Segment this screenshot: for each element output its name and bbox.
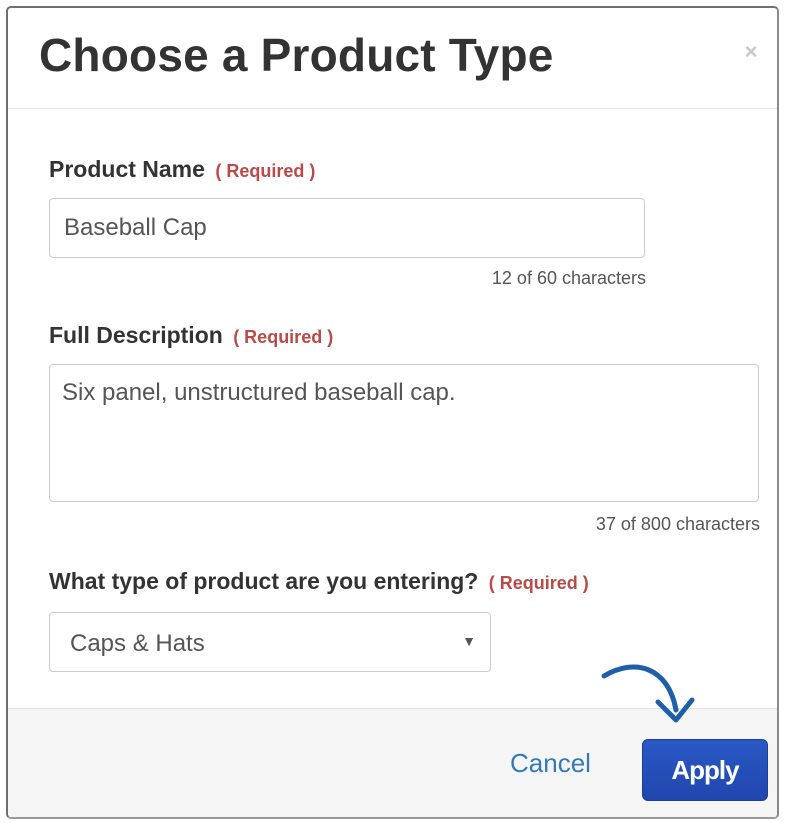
modal-title: Choose a Product Type (39, 29, 554, 81)
required-marker: ( Required ) (488, 573, 589, 593)
full-description-counter: 37 of 800 characters (595, 514, 760, 534)
product-type-label: What type of product are you entering? (… (49, 568, 589, 595)
required-marker: ( Required ) (233, 327, 334, 347)
product-name-input[interactable]: Baseball Cap (49, 198, 645, 258)
page: Choose a Product Type × Product Name ( R… (0, 0, 785, 823)
product-name-counter: 12 of 60 characters (491, 268, 646, 288)
product-type-select[interactable]: Caps & Hats ▼ (49, 612, 491, 672)
chevron-down-icon: ▼ (462, 633, 476, 649)
modal-header: Choose a Product Type × (8, 8, 777, 109)
cancel-button[interactable]: Cancel (510, 748, 591, 779)
curved-arrow-icon (601, 664, 695, 723)
product-type-modal: Choose a Product Type × Product Name ( R… (6, 6, 779, 819)
close-icon[interactable]: × (739, 40, 763, 64)
apply-button[interactable]: Apply (642, 739, 768, 801)
full-description-value: Six panel, unstructured baseball cap. (62, 379, 456, 406)
product-name-label-text: Product Name (49, 156, 205, 182)
full-description-label: Full Description ( Required ) (49, 322, 333, 349)
product-name-label: Product Name ( Required ) (49, 156, 315, 183)
product-type-label-text: What type of product are you entering? (49, 568, 479, 594)
full-description-textarea[interactable]: Six panel, unstructured baseball cap. (49, 364, 759, 502)
required-marker: ( Required ) (215, 161, 316, 181)
product-name-value: Baseball Cap (64, 214, 207, 241)
product-type-selected-value: Caps & Hats (70, 630, 205, 657)
full-description-label-text: Full Description (49, 322, 223, 348)
